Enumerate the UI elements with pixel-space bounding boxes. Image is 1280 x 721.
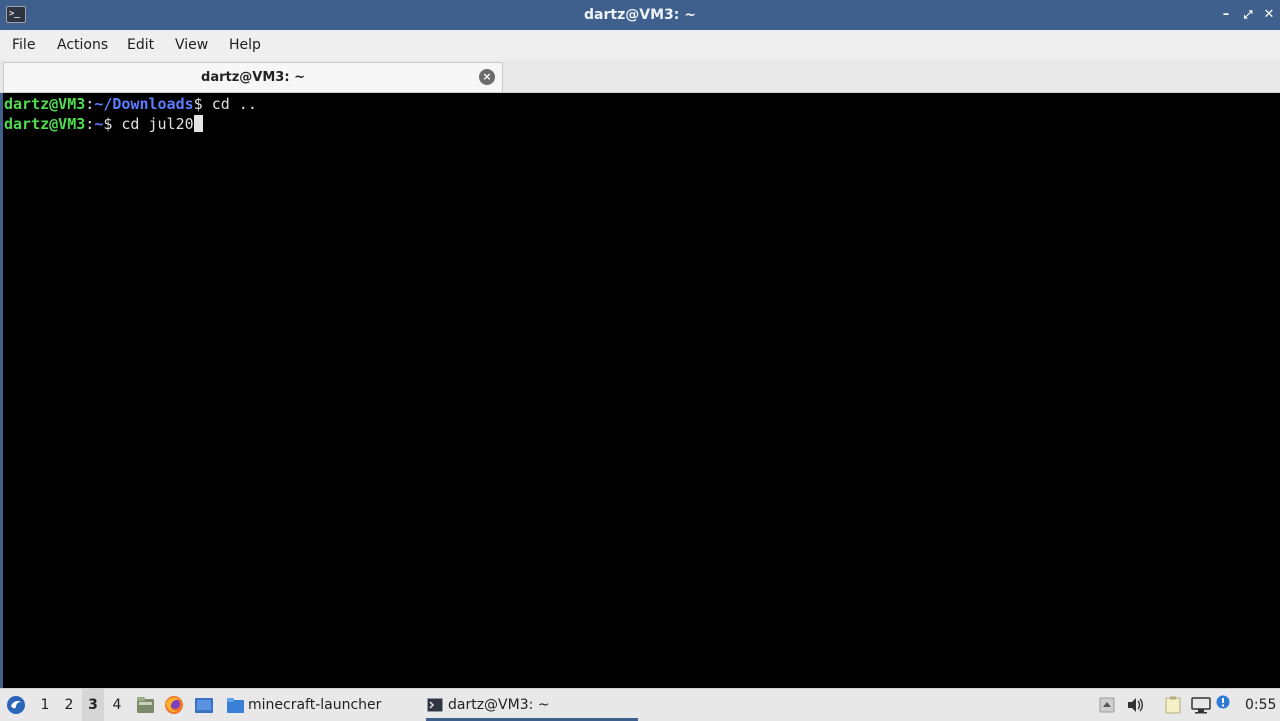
text-cursor (193, 115, 203, 132)
maximize-button[interactable]: ⤢ (1240, 6, 1256, 24)
network-applet[interactable] (1190, 689, 1212, 721)
task-label: dartz@VM3: ~ (448, 697, 550, 713)
prompt-symbol: $ (193, 95, 212, 113)
window-titlebar[interactable]: >_ dartz@VM3: ~ – ⤢ ✕ (0, 0, 1280, 30)
menu-bar: File Actions Edit View Help (0, 30, 1280, 61)
taskbar: 1 2 3 4 minecraft-launcher dartz@VM3: ~ … (0, 688, 1280, 721)
terminal-output[interactable]: dartz@VM3:~/Downloads$ cd .. dartz@VM3:~… (0, 93, 1280, 688)
prompt-user: dartz@VM3 (4, 115, 86, 133)
task-terminal[interactable]: dartz@VM3: ~ (426, 689, 638, 721)
info-icon (1216, 695, 1230, 709)
start-menu-button[interactable] (4, 689, 28, 721)
window-title: dartz@VM3: ~ (584, 7, 696, 23)
menu-file[interactable]: File (12, 30, 35, 60)
clipboard-applet[interactable] (1162, 689, 1184, 721)
menu-edit[interactable]: Edit (127, 30, 154, 60)
workspace-2[interactable]: 2 (58, 689, 80, 721)
desktop-launcher[interactable] (193, 689, 215, 721)
volume-control[interactable] (1126, 689, 1146, 721)
tab-strip: dartz@VM3: ~ × (0, 60, 1280, 93)
workspace-4[interactable]: 4 (106, 689, 128, 721)
clock[interactable]: 0:55 (1245, 689, 1277, 721)
minimize-button[interactable]: – (1218, 6, 1234, 24)
firefox-icon (165, 696, 183, 714)
prompt-path: ~/Downloads (94, 95, 194, 113)
workspace-3[interactable]: 3 (82, 689, 104, 721)
update-notifier[interactable] (1216, 689, 1232, 721)
menu-view[interactable]: View (175, 30, 208, 60)
terminal-icon (427, 698, 443, 712)
desktop-icon (195, 698, 213, 713)
terminal-line: dartz@VM3:~$ cd jul20 (4, 114, 1280, 134)
task-minecraft-launcher[interactable]: minecraft-launcher (226, 689, 428, 721)
tab-close-icon[interactable]: × (479, 69, 495, 85)
command-input[interactable]: cd jul20 (121, 115, 193, 133)
file-manager-launcher[interactable] (134, 689, 156, 721)
tab-title: dartz@VM3: ~ (201, 70, 305, 85)
prompt-user: dartz@VM3 (4, 95, 86, 113)
network-icon (1191, 697, 1211, 714)
menu-actions[interactable]: Actions (57, 30, 108, 60)
folder-icon (227, 698, 244, 713)
prompt-separator: : (85, 115, 95, 133)
file-manager-icon (137, 697, 154, 713)
prompt-path: ~ (94, 115, 104, 133)
prompt-separator: : (85, 95, 95, 113)
terminal-line: dartz@VM3:~/Downloads$ cd .. (4, 94, 1280, 114)
workspace-1[interactable]: 1 (34, 689, 56, 721)
menu-help[interactable]: Help (229, 30, 261, 60)
tray-toggle[interactable] (1098, 689, 1116, 721)
firefox-launcher[interactable] (163, 689, 185, 721)
tab-terminal[interactable]: dartz@VM3: ~ × (3, 62, 503, 92)
close-button[interactable]: ✕ (1261, 6, 1277, 24)
start-menu-icon (7, 696, 25, 714)
command-text: cd .. (211, 95, 257, 113)
prompt-symbol: $ (103, 115, 122, 133)
volume-icon (1128, 698, 1143, 712)
task-label: minecraft-launcher (248, 697, 382, 713)
tray-arrow-icon (1099, 697, 1115, 713)
clipboard-icon (1165, 696, 1181, 714)
